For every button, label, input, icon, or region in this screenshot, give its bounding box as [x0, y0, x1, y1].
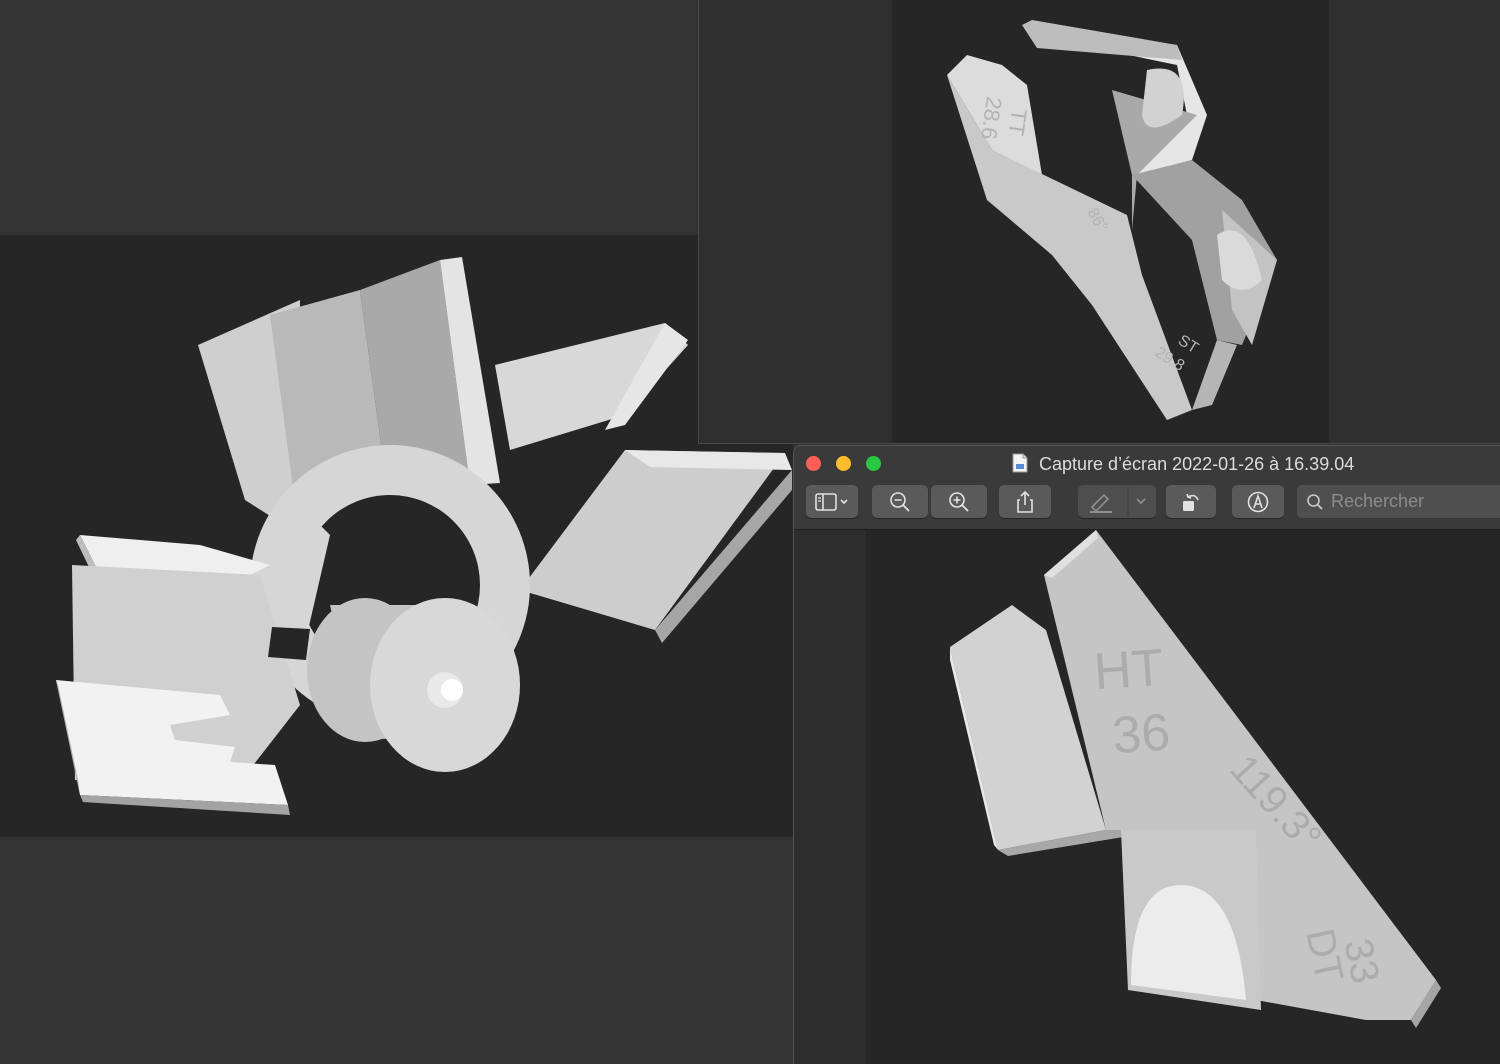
engraved-label-dt-value: 33 — [1335, 935, 1387, 988]
left-preview-window — [0, 0, 793, 1064]
3d-model-bracket-assembly — [56, 257, 792, 815]
engraved-label-ht-value: 36 — [1110, 703, 1172, 765]
engraved-label-ht: HT — [1092, 639, 1165, 702]
search-input[interactable] — [1331, 485, 1500, 518]
search-icon — [1307, 494, 1323, 510]
highlighter-icon — [1090, 487, 1146, 516]
sidebar-toggle-icon — [815, 492, 848, 511]
window-titlebar[interactable]: Capture d’écran 2022-01-26 à 16.39.04 — [794, 446, 1500, 530]
share-icon — [1017, 490, 1033, 513]
top-right-preview-window: TT 28.6 86° ST 29.8 — [698, 0, 1500, 444]
minimize-button[interactable] — [836, 456, 851, 471]
3d-model-lug-top-view: TT 28.6 86° ST 29.8 — [947, 20, 1277, 420]
search-field[interactable] — [1297, 485, 1500, 518]
share-button[interactable] — [999, 485, 1051, 518]
3d-model-lug-side-view: HT 36 119.3° DT 33 — [950, 530, 1441, 1028]
thumbnail-sidebar — [794, 530, 866, 1064]
document-icon — [1012, 453, 1028, 473]
highlight-button[interactable] — [1078, 485, 1156, 518]
markup-button[interactable] — [1232, 485, 1284, 518]
sidebar-toggle-button[interactable] — [806, 485, 858, 518]
markup-icon — [1247, 491, 1269, 512]
close-button[interactable] — [806, 456, 821, 471]
zoom-in-button[interactable] — [931, 485, 987, 518]
zoom-button[interactable] — [866, 456, 881, 471]
preview-window: Capture d’écran 2022-01-26 à 16.39.04 Re… — [793, 445, 1500, 1064]
rotate-button[interactable] — [1166, 485, 1216, 518]
rotate-icon — [1183, 493, 1199, 511]
engraved-label-st: ST — [1175, 332, 1202, 357]
top-right-3d-viewport[interactable]: TT 28.6 86° ST 29.8 — [892, 0, 1329, 443]
engraved-label-tt: TT — [1003, 107, 1031, 137]
zoom-out-button[interactable] — [872, 485, 928, 518]
left-3d-viewport[interactable] — [0, 235, 793, 837]
document-viewport[interactable]: HT 36 119.3° DT 33 — [866, 530, 1500, 1064]
zoom-in-icon — [949, 491, 969, 512]
window-title: Capture d’écran 2022-01-26 à 16.39.04 — [1039, 454, 1355, 474]
zoom-out-icon — [890, 491, 910, 512]
